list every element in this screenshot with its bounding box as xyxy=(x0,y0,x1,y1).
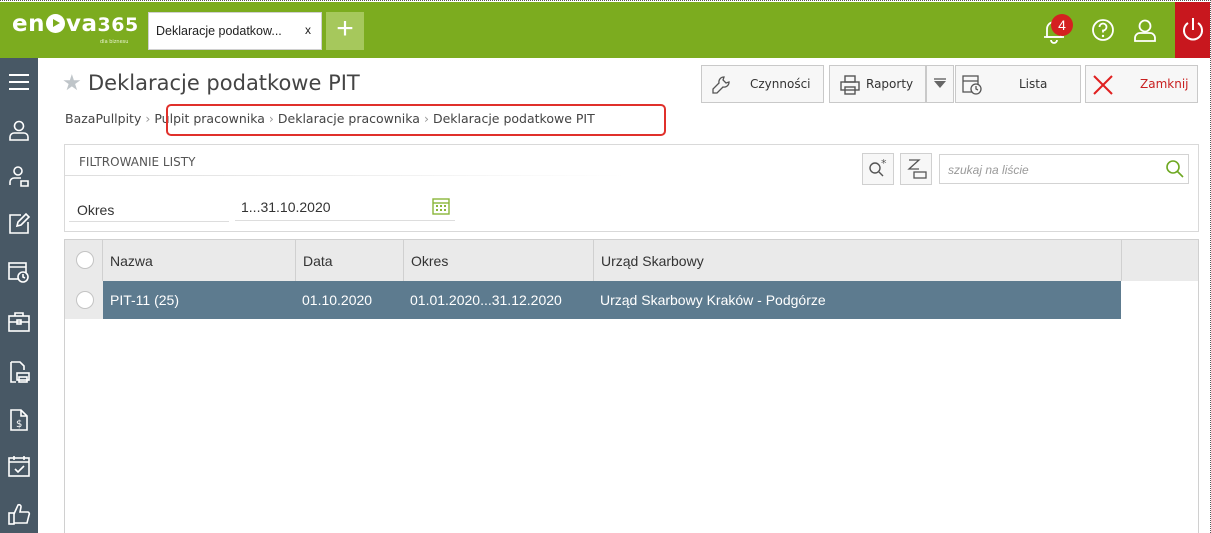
divider xyxy=(69,221,229,222)
breadcrumb-highlight-annotation xyxy=(166,104,666,136)
zamknij-label: Zamknij xyxy=(1140,77,1189,91)
filter-title: FILTROWANIE LISTY xyxy=(79,155,196,169)
breadcrumb-item-bazapullpity[interactable]: BazaPullpity xyxy=(65,111,141,126)
page-title: Deklaracje podatkowe PIT xyxy=(88,71,360,95)
column-label: Nazwa xyxy=(110,253,153,269)
table-row[interactable]: PIT-11 (25) 01.10.2020 01.01.2020...31.1… xyxy=(65,281,1121,319)
printer-icon xyxy=(840,75,860,95)
chevron-down-icon xyxy=(934,78,946,88)
favorite-star-icon[interactable]: ★ xyxy=(62,70,82,96)
logo-subtitle: dla biznesu xyxy=(100,39,129,45)
svg-text:$: $ xyxy=(16,419,22,430)
close-icon xyxy=(1093,75,1113,95)
select-all-radio[interactable] xyxy=(76,251,94,269)
briefcase-icon[interactable] xyxy=(7,310,31,334)
power-button[interactable] xyxy=(1175,2,1210,58)
select-all-column xyxy=(65,240,103,281)
advanced-search-button[interactable]: * xyxy=(862,153,894,185)
document-printer-icon[interactable] xyxy=(7,360,31,384)
grid-header: Nazwa Data Okres Urząd Skarbowy xyxy=(65,240,1198,281)
lista-label: Lista xyxy=(1019,77,1048,91)
raporty-label: Raporty xyxy=(866,77,914,91)
tab-close-button[interactable]: x xyxy=(305,23,311,37)
column-header-nazwa[interactable]: Nazwa xyxy=(103,240,296,281)
divider xyxy=(65,175,625,176)
okres-field[interactable]: 1...31.10.2020 xyxy=(235,191,455,221)
row-select-cell xyxy=(65,281,103,319)
money-document-icon[interactable]: $ xyxy=(7,408,31,432)
help-icon[interactable] xyxy=(1088,15,1118,45)
notification-badge: 4 xyxy=(1051,14,1073,36)
calendar-icon[interactable] xyxy=(431,196,451,216)
list-clock-icon xyxy=(962,75,982,95)
sidebar: $ xyxy=(0,58,38,533)
new-tab-button[interactable]: + xyxy=(326,12,364,50)
clear-filter-button[interactable] xyxy=(900,153,932,185)
column-header-data[interactable]: Data xyxy=(296,240,404,281)
okres-label: Okres xyxy=(77,202,115,218)
filter-panel: FILTROWANIE LISTY Okres 1...31.10.2020 *… xyxy=(64,144,1199,232)
svg-text:*: * xyxy=(881,157,887,170)
power-icon xyxy=(1183,18,1203,41)
column-label: Data xyxy=(303,253,333,269)
calendar-check-icon[interactable] xyxy=(7,454,31,478)
tab-label: Deklaracje podatkow... xyxy=(156,24,282,38)
czynnosci-button[interactable]: Czynności xyxy=(701,65,824,103)
wrench-icon xyxy=(712,76,730,94)
data-grid: Nazwa Data Okres Urząd Skarbowy PIT-11 (… xyxy=(64,239,1199,533)
cell-data: 01.10.2020 xyxy=(302,292,373,308)
cell-okres: 01.01.2020...31.12.2020 xyxy=(410,292,562,308)
raporty-button[interactable]: Raporty xyxy=(829,65,926,103)
person-icon[interactable] xyxy=(7,118,31,142)
row-select-radio[interactable] xyxy=(76,291,94,309)
breadcrumb-separator-icon: › xyxy=(145,111,151,126)
column-header-urzad[interactable]: Urząd Skarbowy xyxy=(594,240,1122,281)
czynnosci-label: Czynności xyxy=(750,77,811,91)
filter-clear-icon xyxy=(907,159,927,179)
edit-icon[interactable] xyxy=(7,212,31,236)
people-icon[interactable] xyxy=(7,164,31,188)
cell-urzad: Urząd Skarbowy Kraków - Podgórze xyxy=(600,292,826,308)
top-bar: en va365 dla biznesu Deklaracje podatkow.… xyxy=(0,2,1210,58)
menu-icon[interactable] xyxy=(7,70,31,94)
lista-button[interactable]: Lista xyxy=(955,65,1081,103)
thumbs-up-icon[interactable] xyxy=(7,502,31,526)
search-star-icon: * xyxy=(869,157,887,177)
column-header-okres[interactable]: Okres xyxy=(404,240,594,281)
column-label: Okres xyxy=(411,253,449,269)
raporty-dropdown-button[interactable] xyxy=(926,65,954,103)
logo: en va365 dla biznesu xyxy=(12,11,139,45)
search-placeholder: szukaj na liście xyxy=(948,163,1029,177)
user-icon[interactable] xyxy=(1130,15,1160,45)
logo-play-icon xyxy=(45,14,65,33)
search-input[interactable]: szukaj na liście xyxy=(939,154,1189,184)
column-label: Urząd Skarbowy xyxy=(601,253,704,269)
okres-value: 1...31.10.2020 xyxy=(241,199,331,215)
cell-nazwa: PIT-11 (25) xyxy=(110,292,179,308)
search-icon[interactable] xyxy=(1165,159,1185,179)
app-window: en va365 dla biznesu Deklaracje podatkow.… xyxy=(0,0,1211,533)
calendar-clock-icon[interactable] xyxy=(7,260,31,284)
zamknij-button[interactable]: Zamknij xyxy=(1085,65,1198,103)
tab-deklaracje[interactable]: Deklaracje podatkow... x xyxy=(148,12,322,50)
